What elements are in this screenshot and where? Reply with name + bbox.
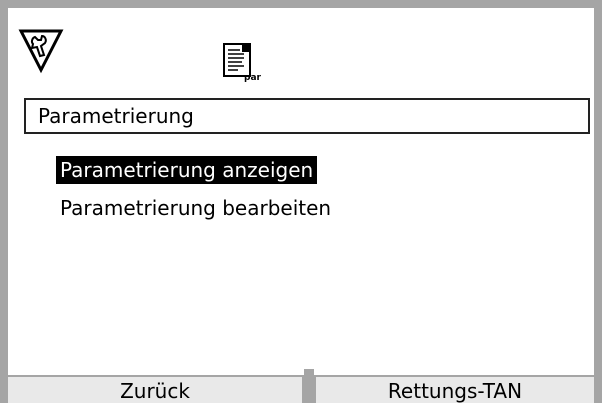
back-softkey[interactable]: Zurück (8, 375, 304, 403)
softkey-divider (304, 369, 314, 403)
rescue-tan-softkey[interactable]: Rettungs-TAN (314, 375, 594, 403)
page-title-bar: Parametrierung (24, 98, 590, 134)
doc-icon-label: par (244, 73, 262, 82)
status-bar: par (18, 28, 598, 84)
page-title: Parametrierung (38, 104, 194, 128)
wrench-triangle-icon (18, 29, 64, 74)
menu-list: Parametrierung anzeigen Parametrierung b… (56, 156, 335, 232)
parameter-document-icon: par (223, 43, 262, 82)
menu-item-show-parameters[interactable]: Parametrierung anzeigen (56, 156, 318, 184)
device-screen: par Parametrierung Parametrierung anzeig… (0, 0, 602, 403)
softkey-bar: Zurück Rettungs-TAN (8, 369, 594, 403)
menu-item-edit-parameters[interactable]: Parametrierung bearbeiten (56, 194, 335, 222)
